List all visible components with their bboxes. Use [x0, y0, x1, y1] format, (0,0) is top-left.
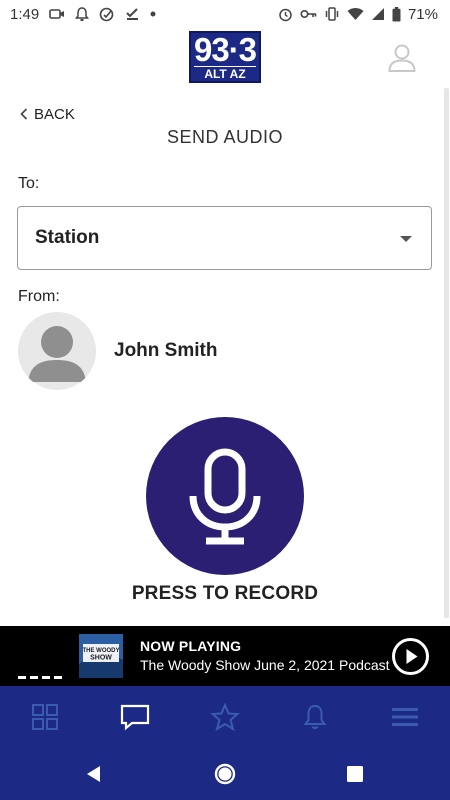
- nav-favorites[interactable]: [180, 686, 270, 748]
- now-playing-heading: NOW PLAYING: [140, 638, 242, 654]
- record-button[interactable]: [146, 417, 304, 575]
- circle-home-icon: [214, 763, 236, 785]
- notification-bell-icon: [75, 6, 90, 21]
- svg-text:THE WOODY: THE WOODY: [83, 648, 120, 654]
- from-label: From:: [18, 288, 60, 305]
- user-profile-icon: [388, 44, 416, 72]
- now-playing-title: The Woody Show June 2, 2021 Podcast: [140, 657, 390, 673]
- play-icon: [406, 649, 418, 664]
- recipient-select[interactable]: Station: [17, 206, 432, 270]
- to-label: To:: [18, 175, 40, 192]
- alarm-icon: [279, 8, 292, 21]
- star-icon: [210, 703, 240, 731]
- logo-subtitle: ALT AZ: [194, 66, 256, 81]
- record-label: PRESS TO RECORD: [131, 583, 319, 604]
- recipient-value: Station: [35, 227, 100, 248]
- station-logo: 93·3 ALT AZ: [189, 31, 261, 83]
- vibrate-icon: [325, 7, 339, 21]
- signal-icon: [371, 8, 384, 20]
- microphone-icon: [189, 448, 261, 545]
- profile-button[interactable]: [386, 42, 418, 74]
- default-avatar-icon: [28, 326, 86, 382]
- avatar: [18, 312, 96, 390]
- chevron-left-icon: [20, 108, 28, 120]
- nav-home[interactable]: [0, 686, 90, 748]
- nav-messages[interactable]: [90, 686, 180, 748]
- bell-icon: [303, 704, 327, 729]
- now-playing-bar[interactable]: THE WOODY SHOW NOW PLAYING The Woody Sho…: [0, 626, 450, 686]
- grid-icon: [32, 704, 58, 730]
- album-art: THE WOODY SHOW: [79, 634, 123, 678]
- dropdown-arrow-icon: [400, 236, 412, 242]
- system-back-button[interactable]: [82, 762, 106, 786]
- system-navigation: [0, 748, 450, 800]
- svg-text:SHOW: SHOW: [90, 655, 112, 662]
- app-header: 93·3 ALT AZ: [0, 28, 450, 88]
- page-title: SEND AUDIO: [166, 127, 284, 147]
- bottom-navigation: [0, 686, 450, 748]
- key-icon: [300, 9, 317, 19]
- nav-menu[interactable]: [360, 686, 450, 748]
- progress-dots: [18, 676, 62, 679]
- back-label: BACK: [34, 105, 75, 123]
- video-icon: [49, 9, 65, 19]
- menu-icon: [392, 708, 418, 726]
- sender-name: John Smith: [114, 340, 218, 361]
- play-button[interactable]: [392, 638, 429, 675]
- app-notification-icon: [99, 7, 114, 21]
- back-button[interactable]: BACK: [20, 103, 75, 125]
- battery-icon: [392, 6, 401, 21]
- scrollbar[interactable]: [444, 88, 449, 618]
- status-time: 1:49: [10, 5, 40, 23]
- triangle-back-icon: [87, 766, 100, 782]
- square-recents-icon: [347, 766, 363, 782]
- status-bar: 1:49 71%: [0, 0, 450, 28]
- system-home-button[interactable]: [213, 762, 237, 786]
- dot-icon: [150, 11, 156, 17]
- checkmark-icon: [126, 8, 139, 20]
- system-recents-button[interactable]: [343, 762, 367, 786]
- woody-show-artwork: THE WOODY SHOW: [79, 634, 123, 678]
- wifi-icon: [347, 8, 364, 20]
- nav-notifications[interactable]: [270, 686, 360, 748]
- battery-percent: 71%: [407, 5, 438, 23]
- logo-number: 93·3: [193, 31, 257, 68]
- message-icon: [120, 704, 150, 731]
